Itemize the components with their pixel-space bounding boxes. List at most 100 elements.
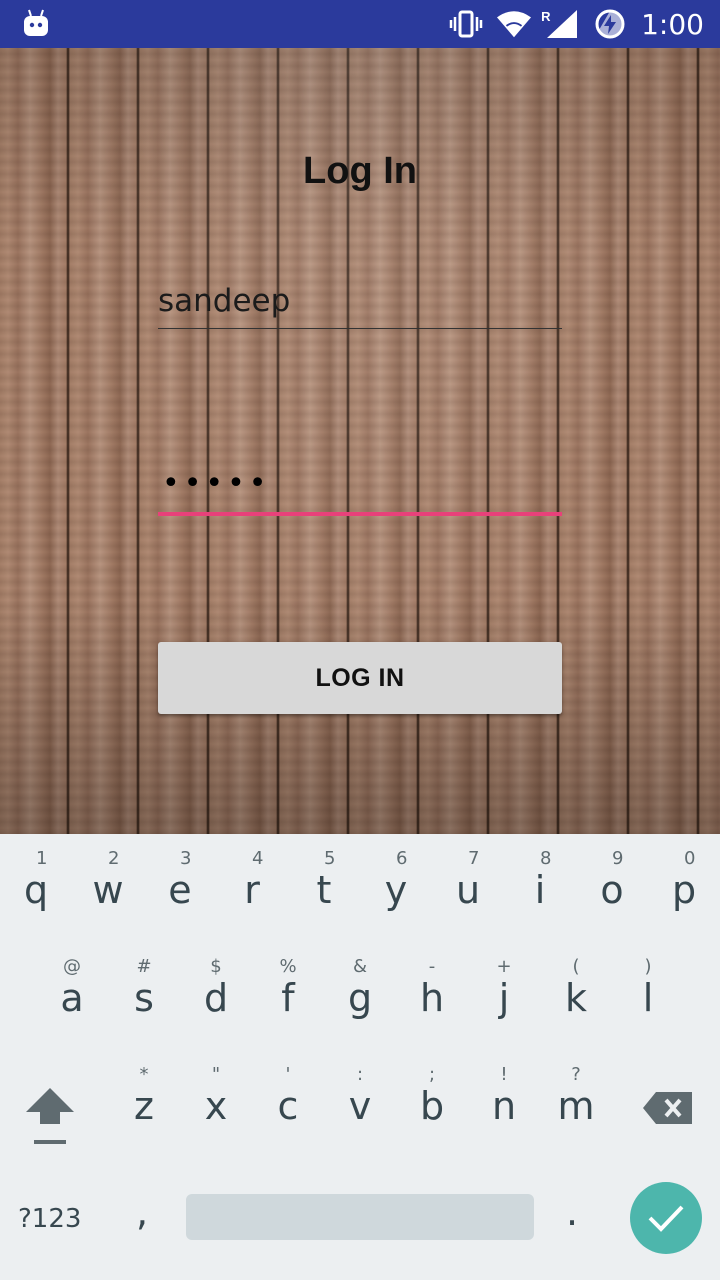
key-char: i — [534, 868, 546, 912]
key-hint: @ — [63, 956, 81, 977]
key-hint: 1 — [36, 848, 48, 869]
key-f[interactable]: % f — [252, 942, 324, 1050]
username-value: sandeep — [158, 283, 291, 319]
key-l[interactable]: ) l — [612, 942, 684, 1050]
keyboard-row-3: * z " x ' c: v; b! n? m — [0, 1050, 720, 1158]
key-m[interactable]: ? m — [540, 1050, 612, 1158]
keyboard-row-2: @ a # s $ d% f & g - h + j(k) l — [0, 942, 720, 1050]
key-hint: 4 — [252, 848, 264, 869]
key-char: e — [168, 868, 192, 912]
comma-key[interactable]: , — [136, 1190, 148, 1234]
key-u[interactable]: 7u — [432, 834, 504, 942]
space-key[interactable] — [186, 1194, 534, 1240]
key-char: z — [134, 1084, 154, 1128]
key-w[interactable]: 2w — [72, 834, 144, 942]
key-hint: : — [356, 1064, 364, 1085]
key-char: c — [277, 1084, 299, 1128]
key-char: x — [204, 1084, 228, 1128]
android-icon — [24, 9, 48, 36]
key-y[interactable]: 6y — [360, 834, 432, 942]
check-icon — [648, 1205, 684, 1232]
key-hint: 0 — [684, 848, 696, 869]
status-bar: R 1:00 — [0, 0, 720, 48]
login-button[interactable]: LOG IN — [158, 642, 562, 714]
status-time: 1:00 — [641, 7, 704, 41]
key-t[interactable]: 5t — [288, 834, 360, 942]
backspace-icon[interactable] — [642, 1090, 694, 1126]
key-g[interactable]: & g — [324, 942, 396, 1050]
key-d[interactable]: $ d — [180, 942, 252, 1050]
key-h[interactable]: -h — [396, 942, 468, 1050]
key-i[interactable]: 8i — [504, 834, 576, 942]
key-hint: ( — [572, 956, 580, 977]
key-char: k — [564, 976, 587, 1020]
period-key[interactable]: . — [566, 1190, 578, 1234]
key-char: h — [419, 976, 445, 1020]
shift-icon[interactable] — [22, 1084, 78, 1148]
key-hint: 5 — [324, 848, 336, 869]
key-b[interactable]: ; b — [396, 1050, 468, 1158]
symbols-key[interactable]: ?123 — [18, 1204, 81, 1234]
page-title: Log In — [303, 150, 417, 192]
vibrate-icon — [449, 7, 483, 41]
key-p[interactable]: 0p — [648, 834, 720, 942]
key-char: j — [498, 976, 510, 1020]
key-hint: " — [211, 1064, 221, 1085]
username-field[interactable]: sandeep — [158, 276, 562, 329]
keyboard-row-1: 1q2w3e4r5t6y7u8i9o0p — [0, 834, 720, 942]
key-hint: 7 — [468, 848, 480, 869]
key-char: u — [455, 868, 481, 912]
key-hint: 6 — [396, 848, 408, 869]
key-hint: ; — [428, 1064, 436, 1085]
key-hint: 3 — [180, 848, 192, 869]
key-char: s — [134, 976, 154, 1020]
key-char: n — [491, 1084, 517, 1128]
key-hint: # — [136, 956, 152, 977]
key-c[interactable]: ' c — [252, 1050, 324, 1158]
key-hint: ? — [571, 1064, 581, 1085]
key-hint: 2 — [108, 848, 120, 869]
battery-charging-icon — [593, 7, 627, 41]
key-r[interactable]: 4r — [216, 834, 288, 942]
key-hint: % — [279, 956, 297, 977]
key-char: d — [203, 976, 229, 1020]
key-hint: + — [496, 956, 512, 977]
wifi-icon — [497, 7, 532, 41]
key-a[interactable]: @ a — [36, 942, 108, 1050]
key-hint: ) — [644, 956, 652, 977]
key-x[interactable]: " x — [180, 1050, 252, 1158]
key-char: l — [642, 976, 654, 1020]
key-char: v — [348, 1084, 372, 1128]
key-j[interactable]: + j — [468, 942, 540, 1050]
key-char: f — [281, 976, 295, 1020]
key-o[interactable]: 9o — [576, 834, 648, 942]
password-value: ••••• — [162, 466, 271, 501]
key-hint: - — [428, 956, 436, 977]
key-q[interactable]: 1q — [0, 834, 72, 942]
key-k[interactable]: (k — [540, 942, 612, 1050]
keyboard: 1q2w3e4r5t6y7u8i9o0p @ a # s $ d% f & g - h + j(k) l … — [0, 834, 720, 1280]
key-z[interactable]: * z — [108, 1050, 180, 1158]
signal-icon: R — [541, 7, 579, 41]
key-s[interactable]: # s — [108, 942, 180, 1050]
key-char: p — [671, 868, 697, 912]
key-v[interactable]: :v — [324, 1050, 396, 1158]
key-char: m — [557, 1084, 595, 1128]
key-char: a — [60, 976, 84, 1020]
key-char: g — [347, 976, 373, 1020]
password-field[interactable]: ••••• — [158, 456, 562, 516]
enter-key[interactable] — [630, 1182, 702, 1254]
key-e[interactable]: 3e — [144, 834, 216, 942]
key-char: o — [600, 868, 624, 912]
key-char: b — [419, 1084, 445, 1128]
key-hint: $ — [210, 956, 222, 977]
key-hint: * — [139, 1064, 149, 1085]
key-hint: & — [352, 956, 368, 977]
signal-roaming-label: R — [541, 9, 551, 24]
key-n[interactable]: ! n — [468, 1050, 540, 1158]
key-hint: 9 — [612, 848, 624, 869]
key-char: q — [23, 868, 49, 912]
key-char: y — [384, 868, 408, 912]
key-char: w — [92, 868, 124, 912]
key-char: t — [316, 868, 332, 912]
